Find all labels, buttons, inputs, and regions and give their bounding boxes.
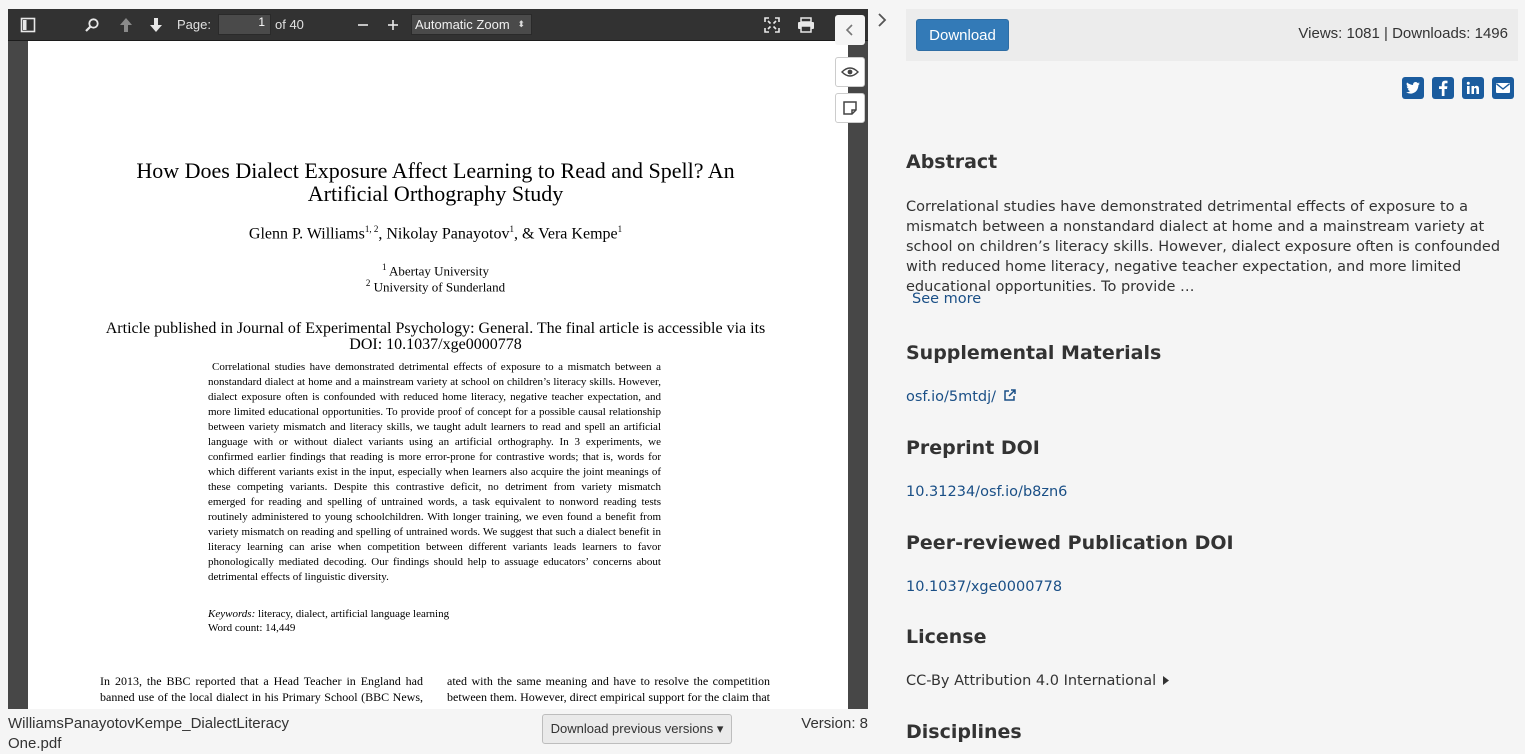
pdf-page: How Does Dialect Exposure Affect Learnin… <box>28 41 848 709</box>
page-label: Page: <box>177 17 211 32</box>
chevron-right-icon[interactable] <box>872 10 892 30</box>
facebook-icon[interactable] <box>1432 77 1454 99</box>
author-affiliation-mark: 1 <box>617 224 623 234</box>
supplemental-link[interactable]: osf.io/5mtdj/ <box>906 389 1016 406</box>
pdf-toolbar: Page: 1 of 40 Automatic Zoom ⬍ <box>8 9 868 41</box>
affiliation-name: University of Sunderland <box>370 279 506 295</box>
zoom-value: Automatic Zoom <box>415 17 510 32</box>
twitter-icon[interactable] <box>1402 77 1424 99</box>
page-number-input[interactable]: 1 <box>218 14 271 35</box>
word-count: Word count: 14,449 <box>208 622 296 634</box>
license-toggle[interactable]: CC-By Attribution 4.0 International <box>906 673 1169 689</box>
license-heading: License <box>906 626 987 648</box>
zoom-in-icon[interactable] <box>381 9 405 41</box>
download-button[interactable]: Download <box>916 19 1009 51</box>
caret-right-icon <box>1162 673 1169 689</box>
annotation-icon[interactable] <box>835 93 865 123</box>
affiliation-2: 2 University of Sunderland <box>108 278 763 295</box>
next-page-icon[interactable] <box>144 9 168 41</box>
keywords-label: Keywords: <box>208 608 256 620</box>
paper-authors: Glenn P. Williams1, 2, Nikolay Panayotov… <box>108 224 763 243</box>
download-previous-versions-button[interactable]: Download previous versions ▾ <box>542 714 732 744</box>
body-column-right: ated with the same meaning and have to r… <box>447 674 770 709</box>
license-name: CC-By Attribution 4.0 International <box>906 673 1157 689</box>
print-icon[interactable] <box>794 9 818 41</box>
publication-note: Article published in Journal of Experime… <box>105 320 766 353</box>
abstract-text: Correlational studies have demonstrated … <box>906 199 1501 295</box>
keywords-value: literacy, dialect, artificial language l… <box>255 608 450 620</box>
peer-reviewed-doi-link[interactable]: 10.1037/xge0000778 <box>906 579 1062 595</box>
preprint-doi-heading: Preprint DOI <box>906 437 1040 459</box>
external-link-icon <box>1003 389 1016 406</box>
presentation-mode-icon[interactable] <box>760 9 784 41</box>
sidebar-toggle-icon[interactable] <box>16 9 40 41</box>
file-name: WilliamsPanayotovKempe_DialectLiteracyOn… <box>8 715 289 752</box>
zoom-out-icon[interactable] <box>351 9 375 41</box>
affiliation-1: 1 Abertay University <box>108 262 763 279</box>
paper-keywords: Keywords: literacy, dialect, artificial … <box>208 607 661 622</box>
paper-title: How Does Dialect Exposure Affect Learnin… <box>136 158 735 206</box>
disciplines-heading: Disciplines <box>906 721 1022 743</box>
share-links <box>1402 77 1514 99</box>
stats-bar: Download Views: 1081 | Downloads: 1496 <box>906 9 1518 61</box>
supplemental-link-text: osf.io/5mtdj/ <box>906 389 997 405</box>
body-column-left: In 2013, the BBC reported that a Head Te… <box>100 674 423 709</box>
author-name: , & Vera Kempe <box>513 225 618 243</box>
author-name: Glenn P. Williams <box>248 225 365 243</box>
pdf-viewer: Page: 1 of 40 Automatic Zoom ⬍ How Does … <box>8 9 868 709</box>
author-affiliation-mark: 1, 2 <box>364 224 379 234</box>
affiliation-name: Abertay University <box>386 263 490 279</box>
author-name: , Nikolay Panayotov <box>378 225 510 243</box>
view-icon[interactable] <box>835 57 865 87</box>
linkedin-icon[interactable] <box>1462 77 1484 99</box>
version-label: Version: 8 <box>801 715 868 732</box>
collapse-left-icon[interactable] <box>835 15 865 45</box>
preprint-doi-link[interactable]: 10.31234/osf.io/b8zn6 <box>906 484 1067 500</box>
search-icon[interactable] <box>80 9 104 41</box>
abstract-heading: Abstract <box>906 151 998 173</box>
email-icon[interactable] <box>1492 77 1514 99</box>
paper-abstract: Correlational studies have demonstrated … <box>208 361 661 583</box>
select-arrow-icon: ⬍ <box>517 19 525 29</box>
zoom-select[interactable]: Automatic Zoom ⬍ <box>411 14 532 35</box>
previous-page-icon[interactable] <box>114 9 138 41</box>
supplemental-heading: Supplemental Materials <box>906 342 1162 364</box>
page-total: of 40 <box>275 17 304 32</box>
peer-reviewed-doi-heading: Peer-reviewed Publication DOI <box>906 532 1234 554</box>
view-download-stats: Views: 1081 | Downloads: 1496 <box>1298 25 1508 42</box>
see-more-link[interactable]: See more <box>912 291 981 307</box>
